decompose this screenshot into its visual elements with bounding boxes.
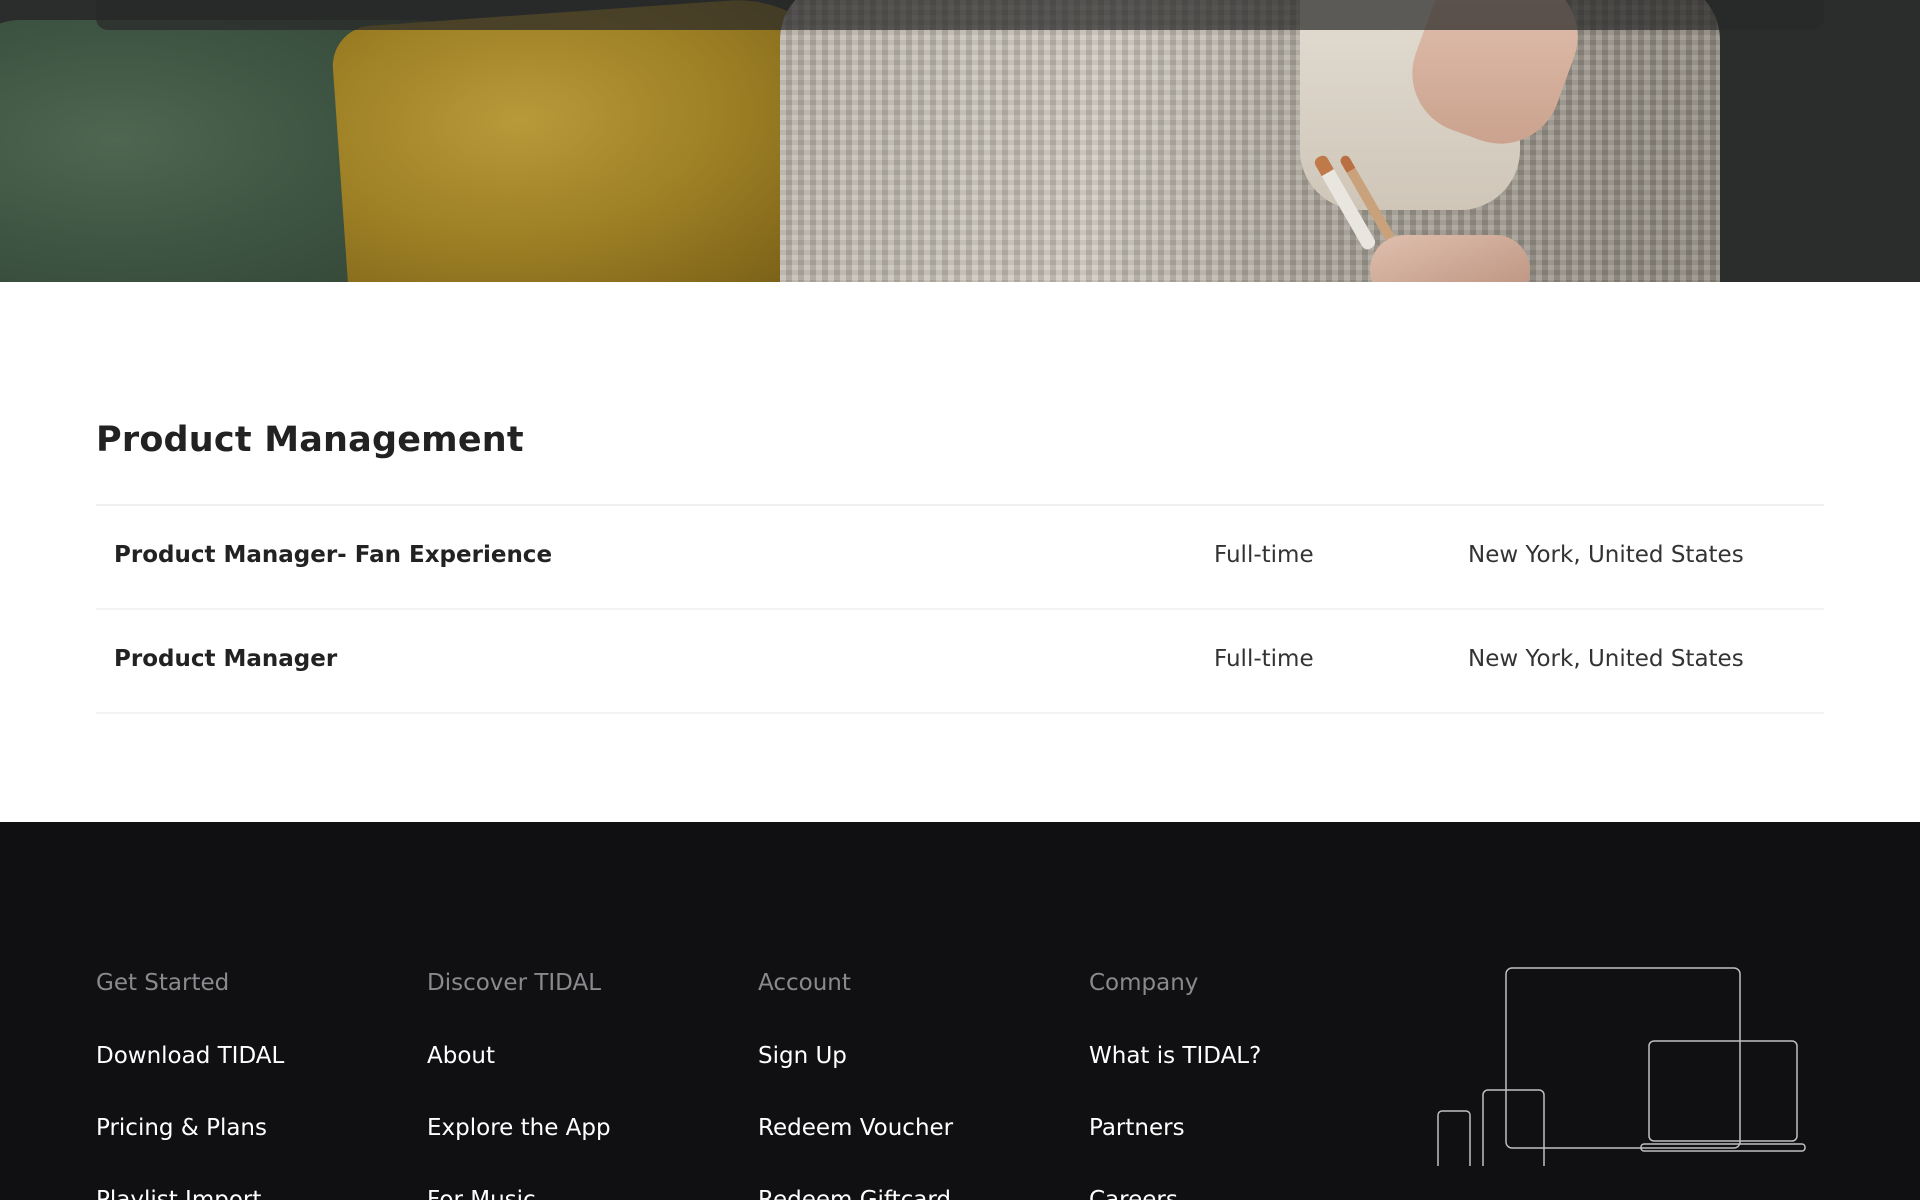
hero-background [1700,0,1920,282]
job-title[interactable]: Product Manager [114,646,337,672]
job-title[interactable]: Product Manager- Fan Experience [114,542,552,568]
footer-link-partners[interactable]: Partners [1089,1114,1261,1142]
hero-sweater [780,0,1720,282]
footer-link-pricing[interactable]: Pricing & Plans [96,1114,284,1142]
footer-link-sign-up[interactable]: Sign Up [758,1042,953,1070]
job-section: Product Management Product Manager- Fan … [96,420,1824,714]
monitor-shape [1505,967,1741,1149]
footer-link-careers[interactable]: Careers [1089,1186,1261,1200]
header-bar [96,0,1824,30]
job-type: Full-time [1214,542,1314,568]
phone-shape [1437,1110,1471,1166]
footer: Get Started Download TIDAL Pricing & Pla… [0,822,1920,1200]
footer-column-get-started: Get Started Download TIDAL Pricing & Pla… [96,970,284,1200]
footer-link-redeem-giftcard[interactable]: Redeem Giftcard [758,1186,953,1200]
laptop-screen-shape [1648,1040,1798,1142]
section-title: Product Management [96,420,524,460]
footer-heading: Account [758,970,851,996]
footer-link-for-music[interactable]: For Music [427,1186,611,1200]
devices-icon [1437,967,1806,1166]
job-type: Full-time [1214,646,1314,672]
hero-image [0,0,1920,282]
tablet-shape [1482,1089,1545,1166]
footer-link-redeem-voucher[interactable]: Redeem Voucher [758,1114,953,1142]
job-list: Product Manager- Fan Experience Full-tim… [96,504,1824,714]
footer-heading: Get Started [96,970,230,996]
job-location: New York, United States [1468,646,1744,672]
job-row[interactable]: Product Manager- Fan Experience Full-tim… [96,506,1824,610]
footer-heading: Company [1089,970,1199,996]
footer-link-playlist-import[interactable]: Playlist Import [96,1186,284,1200]
footer-column-account: Account Sign Up Redeem Voucher Redeem Gi… [758,970,953,1200]
footer-link-what-is-tidal[interactable]: What is TIDAL? [1089,1042,1261,1070]
footer-link-about[interactable]: About [427,1042,611,1070]
hero-hand [1370,235,1530,282]
footer-link-explore-app[interactable]: Explore the App [427,1114,611,1142]
footer-column-company: Company What is TIDAL? Partners Careers [1089,970,1261,1200]
job-location: New York, United States [1468,542,1744,568]
job-row[interactable]: Product Manager Full-time New York, Unit… [96,610,1824,714]
footer-column-discover: Discover TIDAL About Explore the App For… [427,970,611,1200]
footer-link-download[interactable]: Download TIDAL [96,1042,284,1070]
footer-heading: Discover TIDAL [427,970,602,996]
